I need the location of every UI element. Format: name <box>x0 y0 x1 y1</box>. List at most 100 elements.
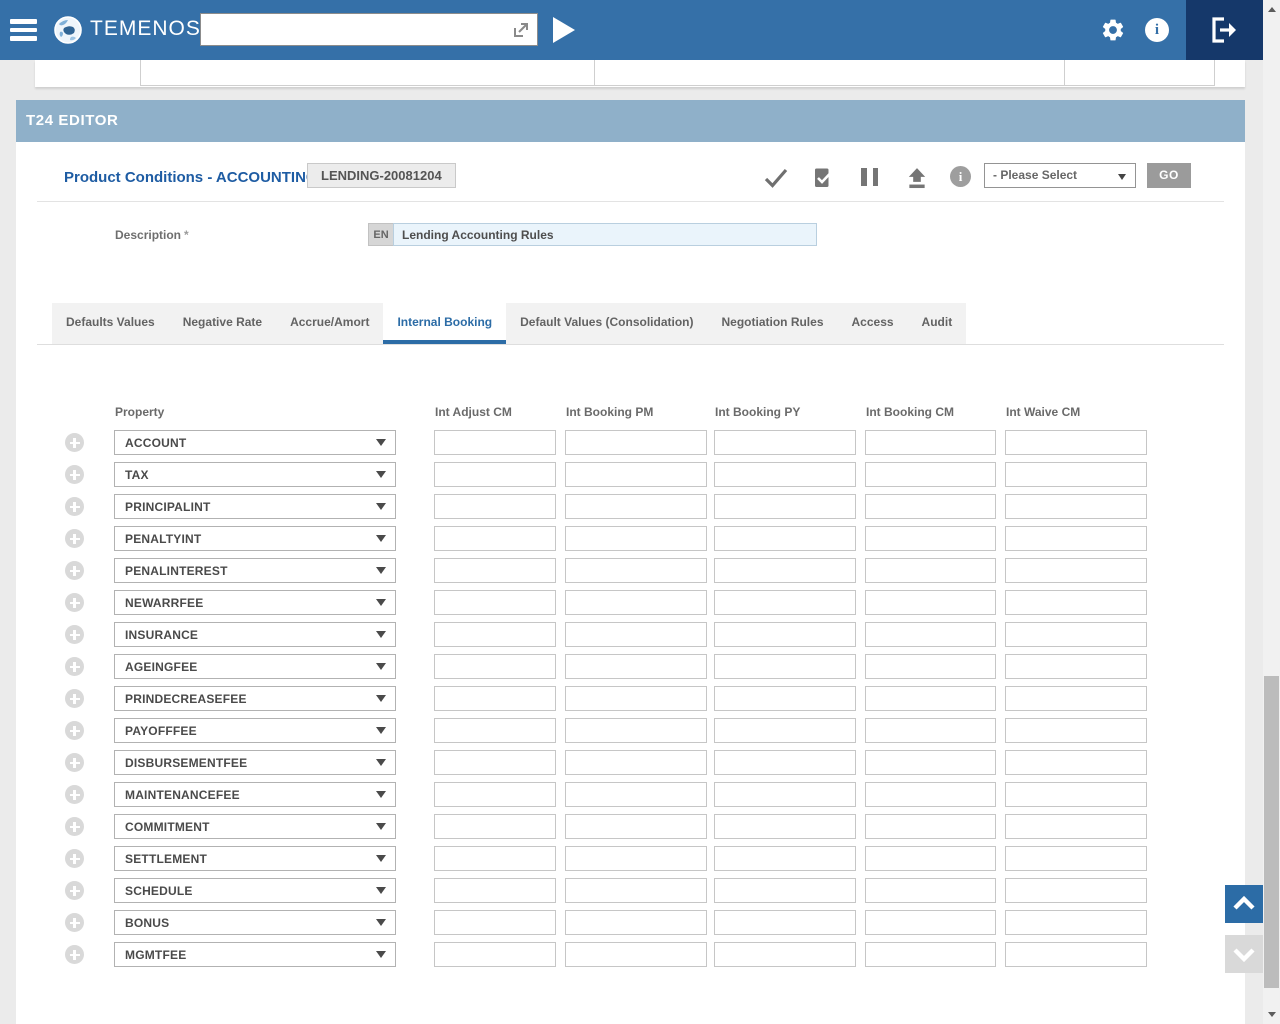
int-adjust-cm-input[interactable] <box>434 942 556 967</box>
int-waive-cm-input[interactable] <box>1005 814 1147 839</box>
property-dropdown[interactable]: PRINCIPALINT <box>114 494 396 519</box>
int-booking-py-input[interactable] <box>714 526 856 551</box>
int-waive-cm-input[interactable] <box>1005 494 1147 519</box>
int-adjust-cm-input[interactable] <box>434 558 556 583</box>
int-booking-cm-input[interactable] <box>865 558 996 583</box>
int-waive-cm-input[interactable] <box>1005 910 1147 935</box>
scrollbar-thumb[interactable] <box>1264 676 1279 988</box>
int-booking-py-input[interactable] <box>714 686 856 711</box>
add-value-button[interactable] <box>65 529 84 548</box>
property-dropdown[interactable]: PAYOFFFEE <box>114 718 396 743</box>
int-booking-py-input[interactable] <box>714 590 856 615</box>
add-value-button[interactable] <box>65 849 84 868</box>
int-booking-pm-input[interactable] <box>565 878 707 903</box>
int-booking-py-input[interactable] <box>714 558 856 583</box>
tab-accrue-amort[interactable]: Accrue/Amort <box>276 303 383 344</box>
validate-check-icon[interactable] <box>763 166 789 190</box>
int-waive-cm-input[interactable] <box>1005 878 1147 903</box>
int-booking-pm-input[interactable] <box>565 462 707 487</box>
add-value-button[interactable] <box>65 689 84 708</box>
add-value-button[interactable] <box>65 753 84 772</box>
add-value-button[interactable] <box>65 625 84 644</box>
help-info-icon[interactable]: i <box>1145 18 1169 42</box>
int-adjust-cm-input[interactable] <box>434 718 556 743</box>
upload-icon[interactable] <box>904 166 930 190</box>
int-booking-py-input[interactable] <box>714 782 856 807</box>
int-booking-pm-input[interactable] <box>565 782 707 807</box>
int-waive-cm-input[interactable] <box>1005 718 1147 743</box>
int-waive-cm-input[interactable] <box>1005 750 1147 775</box>
int-booking-cm-input[interactable] <box>865 526 996 551</box>
property-dropdown[interactable]: AGEINGFEE <box>114 654 396 679</box>
open-in-window-icon[interactable] <box>510 19 532 41</box>
int-booking-cm-input[interactable] <box>865 878 996 903</box>
action-select-dropdown[interactable]: - Please Select <box>984 163 1136 188</box>
int-booking-py-input[interactable] <box>714 654 856 679</box>
int-adjust-cm-input[interactable] <box>434 494 556 519</box>
sign-out-button[interactable] <box>1186 0 1263 60</box>
hold-pause-icon[interactable] <box>858 166 884 190</box>
int-adjust-cm-input[interactable] <box>434 814 556 839</box>
property-dropdown[interactable]: NEWARRFEE <box>114 590 396 615</box>
property-dropdown[interactable]: SCHEDULE <box>114 878 396 903</box>
property-dropdown[interactable]: MAINTENANCEFEE <box>114 782 396 807</box>
tab-access[interactable]: Access <box>838 303 908 344</box>
int-waive-cm-input[interactable] <box>1005 686 1147 711</box>
int-booking-pm-input[interactable] <box>565 686 707 711</box>
add-value-button[interactable] <box>65 561 84 580</box>
int-booking-pm-input[interactable] <box>565 590 707 615</box>
int-adjust-cm-input[interactable] <box>434 590 556 615</box>
int-booking-cm-input[interactable] <box>865 750 996 775</box>
property-dropdown[interactable]: COMMITMENT <box>114 814 396 839</box>
int-booking-py-input[interactable] <box>714 942 856 967</box>
int-booking-pm-input[interactable] <box>565 942 707 967</box>
run-command-icon[interactable] <box>553 17 575 43</box>
int-booking-py-input[interactable] <box>714 430 856 455</box>
property-dropdown[interactable]: INSURANCE <box>114 622 396 647</box>
int-adjust-cm-input[interactable] <box>434 846 556 871</box>
property-dropdown[interactable]: DISBURSEMENTFEE <box>114 750 396 775</box>
add-value-button[interactable] <box>65 945 84 964</box>
int-booking-pm-input[interactable] <box>565 654 707 679</box>
add-value-button[interactable] <box>65 465 84 484</box>
int-booking-py-input[interactable] <box>714 622 856 647</box>
int-booking-pm-input[interactable] <box>565 430 707 455</box>
int-booking-py-input[interactable] <box>714 910 856 935</box>
add-value-button[interactable] <box>65 433 84 452</box>
property-dropdown[interactable]: SETTLEMENT <box>114 846 396 871</box>
property-dropdown[interactable]: ACCOUNT <box>114 430 396 455</box>
int-booking-pm-input[interactable] <box>565 622 707 647</box>
add-value-button[interactable] <box>65 785 84 804</box>
record-info-icon[interactable]: i <box>950 166 971 187</box>
description-input[interactable] <box>393 223 817 246</box>
scroll-to-top-button[interactable] <box>1225 885 1263 923</box>
int-booking-pm-input[interactable] <box>565 718 707 743</box>
int-waive-cm-input[interactable] <box>1005 590 1147 615</box>
int-booking-cm-input[interactable] <box>865 462 996 487</box>
add-value-button[interactable] <box>65 913 84 932</box>
add-value-button[interactable] <box>65 881 84 900</box>
int-waive-cm-input[interactable] <box>1005 558 1147 583</box>
int-waive-cm-input[interactable] <box>1005 942 1147 967</box>
command-search-input[interactable] <box>205 15 505 44</box>
property-dropdown[interactable]: BONUS <box>114 910 396 935</box>
int-adjust-cm-input[interactable] <box>434 878 556 903</box>
settings-gear-icon[interactable] <box>1100 17 1126 43</box>
int-adjust-cm-input[interactable] <box>434 462 556 487</box>
property-dropdown[interactable]: PENALINTEREST <box>114 558 396 583</box>
scroll-to-bottom-button[interactable] <box>1225 935 1263 973</box>
tab-negative-rate[interactable]: Negative Rate <box>169 303 276 344</box>
int-booking-pm-input[interactable] <box>565 910 707 935</box>
int-booking-cm-input[interactable] <box>865 782 996 807</box>
int-booking-cm-input[interactable] <box>865 718 996 743</box>
int-booking-cm-input[interactable] <box>865 590 996 615</box>
int-waive-cm-input[interactable] <box>1005 526 1147 551</box>
int-booking-pm-input[interactable] <box>565 558 707 583</box>
commit-document-check-icon[interactable] <box>810 166 836 190</box>
int-adjust-cm-input[interactable] <box>434 430 556 455</box>
tab-default-values-consolidation[interactable]: Default Values (Consolidation) <box>506 303 707 344</box>
int-booking-pm-input[interactable] <box>565 494 707 519</box>
int-booking-cm-input[interactable] <box>865 622 996 647</box>
int-booking-py-input[interactable] <box>714 814 856 839</box>
int-booking-pm-input[interactable] <box>565 526 707 551</box>
